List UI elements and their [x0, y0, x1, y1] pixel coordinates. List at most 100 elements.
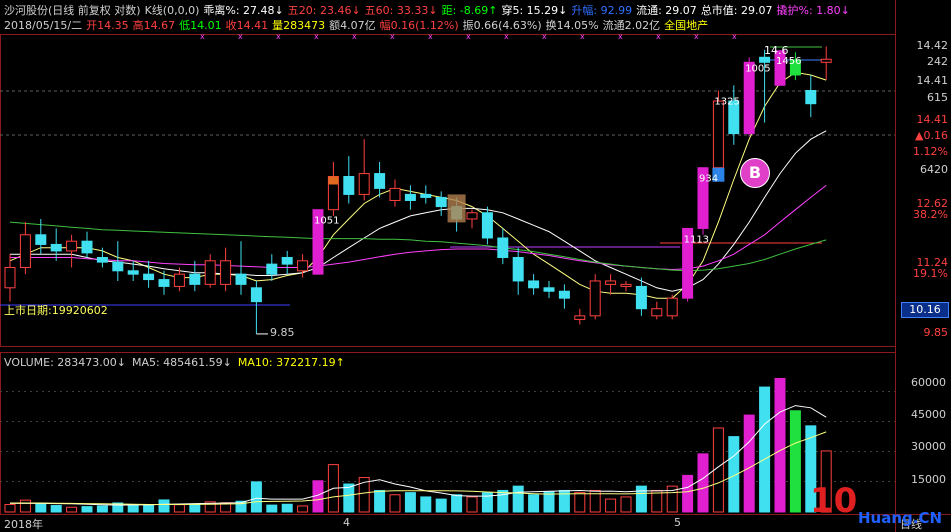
volume-bar: [789, 410, 801, 513]
candle-label: 1456: [776, 56, 801, 67]
ohlc-value-0: 2018/05/15/二: [4, 19, 83, 32]
candle-body: [96, 256, 108, 263]
top-signal-marker: x: [200, 32, 205, 41]
candle-body: [143, 273, 155, 281]
b-signal-badge[interactable]: B: [740, 158, 770, 188]
volume-bar: [66, 506, 78, 513]
watermark-site: Huang.CN: [858, 509, 943, 527]
volume-bar: [651, 489, 663, 513]
volume-bar: [19, 499, 31, 513]
volume-bar: [697, 453, 709, 513]
volume-value-0: VOLUME: 283473.00↓: [4, 356, 126, 369]
top-signal-marker: x: [618, 32, 623, 41]
watermark-brand: 10: [810, 481, 858, 521]
indicator-value-10: 撬护%: 1.80↓: [776, 4, 850, 17]
candle-body: [19, 234, 31, 268]
highlight-marker: [447, 194, 466, 223]
volume-bar: [158, 499, 170, 513]
top-signal-marker: x: [656, 32, 661, 41]
price-axis-label: 615: [927, 91, 948, 104]
candle-body: [712, 100, 724, 169]
price-panel-frame: [0, 34, 896, 347]
candle-body: [35, 234, 47, 245]
volume-bar: [404, 492, 416, 513]
volume-value-2: MA10: 372217.19↑: [237, 356, 345, 369]
candle-body: [235, 273, 247, 285]
volume-bar: [266, 504, 278, 513]
ohlc-header: 2018/05/15/二 开14.35 高14.67 低14.01 收14.41 量283…: [4, 17, 712, 33]
candle-body: [666, 297, 678, 317]
volume-bar: [281, 503, 293, 513]
top-signal-marker: x: [504, 32, 509, 41]
top-signal-marker: x: [428, 32, 433, 41]
price-axis-label: 6420: [920, 163, 948, 176]
price-axis-label: 14.42: [916, 39, 949, 52]
volume-value-1: MA5: 485461.59↓: [131, 356, 232, 369]
price-axis-label: 242: [927, 55, 948, 68]
indicator-value-3: 五20: 23.46↓: [287, 4, 361, 17]
candle-body: [173, 273, 185, 287]
ohlc-value-9: 换14.05%: [545, 19, 599, 32]
top-signal-marker: x: [276, 32, 281, 41]
candle-body: [605, 280, 617, 285]
candle-body: [651, 308, 663, 317]
ohlc-value-2: 高14.67: [132, 19, 176, 32]
candle-body: [204, 260, 216, 285]
volume-bar: [189, 503, 201, 513]
price-axis-label: 1.12%: [913, 145, 948, 158]
ohlc-value-1: 开14.35: [86, 19, 129, 32]
listing-date-label: 上市日期:19920602: [4, 304, 108, 317]
volume-bar: [374, 489, 386, 513]
volume-bar: [512, 485, 524, 513]
volume-bar: [574, 492, 586, 513]
indicator-value-9: 总市值: 29.07: [700, 4, 773, 17]
volume-bar: [81, 506, 93, 513]
date-axis-label: 4: [343, 516, 350, 529]
top-signal-marker: x: [732, 32, 737, 41]
top-signal-marker: x: [694, 32, 699, 41]
indicator-value-1: K线(0,0,0): [144, 4, 200, 17]
candle-body: [435, 196, 447, 208]
candle-body: [404, 193, 416, 201]
top-signal-marker: x: [238, 32, 243, 41]
indicator-value-8: 流通: 29.07: [636, 4, 697, 17]
moving-average-line: [9, 221, 827, 272]
high-value-label: 14.6: [764, 44, 789, 57]
candle-body: [250, 287, 262, 303]
ohlc-value-8: 振0.66(4.63%): [462, 19, 542, 32]
volume-axis-label: 45000: [911, 408, 946, 422]
highlight-marker: [328, 176, 339, 185]
candle-body: [620, 283, 632, 287]
candle-label: 1325: [714, 97, 739, 108]
candle-body: [497, 237, 509, 258]
volume-axis-label: 30000: [911, 440, 946, 454]
price-axis-label: 14.41: [916, 113, 949, 126]
candle-body: [805, 90, 817, 105]
volume-bar: [4, 503, 16, 513]
candle-body: [158, 279, 170, 287]
candle-body: [50, 243, 62, 252]
volume-bar: [297, 505, 309, 513]
indicator-header: 沙河股份(日线 前复权 对数) K线(0,0,0) 乖离%: 27.48↓ 五20: …: [4, 2, 854, 18]
candle-body: [220, 260, 232, 285]
candle-body: [528, 280, 540, 289]
current-price-box: 10.16: [901, 302, 949, 318]
volume-bar: [50, 505, 62, 513]
volume-bar: [497, 489, 509, 513]
volume-bar: [343, 483, 355, 513]
stock-chart-window: 1051 1113 934 1325 1005 1456 x x x x x x x x x x x x x x x 沙…: [0, 0, 951, 532]
volume-bar: [389, 494, 401, 513]
indicator-value-2: 乖离%: 27.48↓: [203, 4, 284, 17]
date-axis-label: 5: [674, 516, 681, 529]
volume-bar: [635, 485, 647, 513]
indicator-value-0: 沙河股份(日线 前复权 对数): [4, 4, 141, 17]
volume-bar: [435, 498, 447, 513]
top-signal-marker: x: [352, 32, 357, 41]
price-axis-label: 14.41: [916, 74, 949, 87]
price-axis-label: 19.1%: [913, 267, 948, 280]
volume-bar: [605, 498, 617, 513]
chart-canvas[interactable]: 1051 1113 934 1325 1005 1456 x x x x x x x x x x x x x x x: [0, 0, 951, 532]
volume-bar: [35, 503, 47, 513]
candle-body: [127, 270, 139, 275]
price-axis-label: 38.2%: [913, 208, 948, 221]
